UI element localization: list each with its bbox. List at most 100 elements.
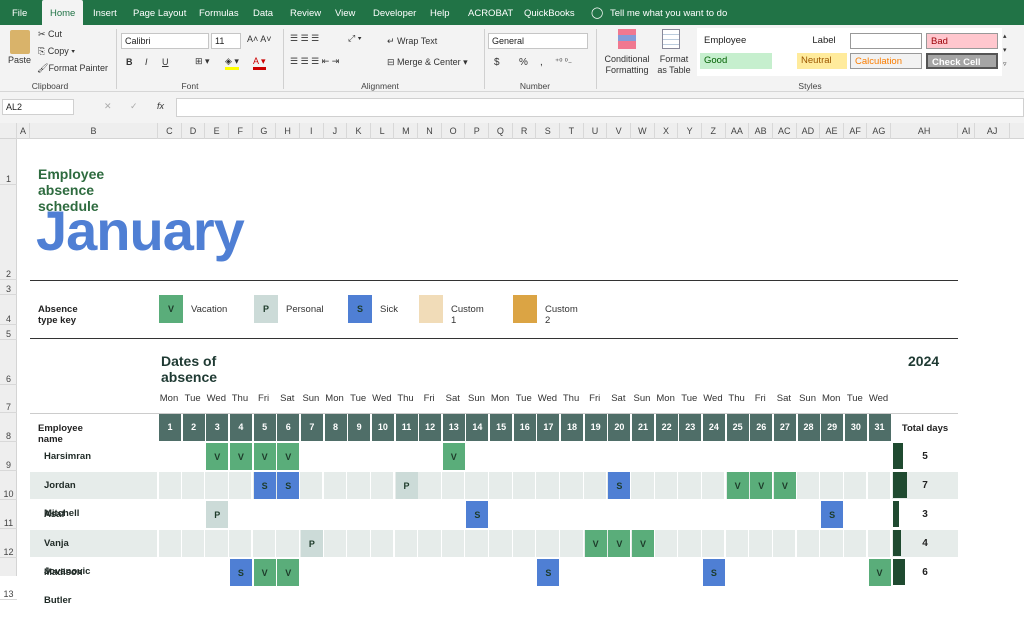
bold-button[interactable]: B [126,57,133,67]
column-header-AF[interactable]: AF [844,123,868,139]
absence-cell[interactable]: S [608,472,631,499]
cancel-icon[interactable]: ✕ [104,101,112,112]
tab-home[interactable]: Home [42,0,84,25]
tab-data[interactable]: Data [253,0,273,25]
cell-style-check-cell[interactable]: Check Cell [926,53,998,69]
font-color-icon[interactable]: A ▾ [253,56,266,70]
tab-formulas[interactable]: Formulas [199,0,239,25]
absence-cell[interactable]: V [773,472,796,499]
column-header-Y[interactable]: Y [678,123,702,139]
font-name-select[interactable]: Calibri [121,33,209,49]
column-header-X[interactable]: X [655,123,679,139]
fill-color-icon[interactable]: ◈ ▾ [225,56,239,70]
row-header-5[interactable]: 5 [0,325,17,340]
cell-style-label[interactable]: Label [797,33,847,49]
grow-font-button[interactable]: A˄ A˅ [247,34,272,44]
absence-cell[interactable]: S [277,472,300,499]
absence-cell[interactable]: V [229,443,252,470]
row-header-1[interactable]: 1 [0,139,17,185]
column-header-AJ[interactable]: AJ [975,123,1011,139]
column-header-AI[interactable]: AI [958,123,976,139]
row-header-4[interactable]: 4 [0,295,17,325]
absence-cell[interactable]: V [632,530,654,557]
row-header-10[interactable]: 10 [0,471,17,500]
absence-cell[interactable]: V [750,472,773,499]
copy-button[interactable]: ⎘ Copy ▾ [38,46,75,57]
absence-cell[interactable]: S [466,501,489,528]
column-header-R[interactable]: R [513,123,537,139]
borders-icon[interactable]: ⊞ ▾ [195,56,210,67]
column-header-AB[interactable]: AB [749,123,773,139]
tab-insert[interactable]: Insert [93,0,117,25]
formula-input[interactable] [176,98,1024,117]
absence-cell[interactable]: S [821,501,844,528]
column-header-G[interactable]: G [253,123,277,139]
cell-style-bad[interactable]: Bad [926,33,998,49]
column-header-Z[interactable]: Z [702,123,726,139]
row-header-9[interactable]: 9 [0,442,17,471]
column-header-J[interactable]: J [324,123,348,139]
insert-function-button[interactable]: fx [157,101,164,111]
align-top-icon[interactable]: ☰ ☰ ☰ [290,33,319,44]
row-header-7[interactable]: 7 [0,385,17,413]
row-header-8[interactable]: 8 [0,413,17,442]
column-header-I[interactable]: I [300,123,324,139]
absence-cell[interactable]: V [584,530,607,557]
tab-quickbooks[interactable]: QuickBooks [524,0,575,25]
absence-cell[interactable]: V [726,472,749,499]
wrap-text-button[interactable]: ↵ Wrap Text [387,36,437,47]
column-header-B[interactable]: B [30,123,158,139]
cell-style-employee[interactable]: Employee [700,33,772,49]
absence-cell[interactable]: S [229,559,252,586]
row-header-11[interactable]: 11 [0,500,17,529]
styles-scroll[interactable]: ▴ ▾ ▿ [1003,30,1007,72]
column-header-H[interactable]: H [276,123,300,139]
absence-cell[interactable]: S [702,559,725,586]
tab-acrobat[interactable]: ACROBAT [468,0,513,25]
cell-style-normal[interactable] [850,33,922,49]
underline-button[interactable]: U [162,57,169,67]
select-all-corner[interactable] [0,123,17,139]
decimal-buttons[interactable]: ⁺⁰ ⁰₋ [555,57,572,66]
percent-button[interactable]: % [519,57,528,68]
currency-button[interactable]: $ [494,57,500,68]
column-header-W[interactable]: W [631,123,655,139]
orientation-icon[interactable]: ⤢ ▾ [348,33,361,44]
absence-cell[interactable]: V [253,443,276,470]
italic-button[interactable]: I [145,57,148,67]
merge-center-button[interactable]: ⊟ Merge & Center ▾ [387,57,468,68]
cut-button[interactable]: ✂ Cut [38,29,62,40]
cell-style-neutral[interactable]: Neutral [797,53,847,69]
row-header-6[interactable]: 6 [0,340,17,385]
column-header-Q[interactable]: Q [489,123,513,139]
column-header-V[interactable]: V [607,123,631,139]
column-header-N[interactable]: N [418,123,442,139]
number-format-select[interactable]: General [488,33,588,49]
tab-file[interactable]: File [12,0,27,25]
absence-cell[interactable]: V [206,443,229,470]
align-left-icon[interactable]: ☰ ☰ ☰ ⇤ ⇥ [290,56,339,67]
column-header-K[interactable]: K [347,123,371,139]
column-header-A[interactable]: A [17,123,30,139]
column-header-M[interactable]: M [395,123,419,139]
format-painter-button[interactable]: 🖌Format Painter [37,63,108,74]
column-header-AC[interactable]: AC [773,123,797,139]
column-header-AH[interactable]: AH [891,123,959,139]
absence-cell[interactable]: S [253,472,276,499]
column-header-E[interactable]: E [205,123,229,139]
tab-page-layout[interactable]: Page Layout [133,0,186,25]
conditional-formatting-button[interactable]: Conditional Formatting [602,54,652,76]
format-as-table-button[interactable]: Format as Table [654,54,694,76]
column-header-AD[interactable]: AD [797,123,821,139]
absence-cell[interactable]: P [300,530,323,557]
column-header-F[interactable]: F [229,123,253,139]
column-header-S[interactable]: S [536,123,561,139]
tab-help[interactable]: Help [430,0,450,25]
cell-style-calculation[interactable]: Calculation [850,53,922,69]
column-header-C[interactable]: C [158,123,182,139]
absence-cell[interactable]: V [277,559,300,586]
absence-cell[interactable]: V [608,530,631,557]
cell-style-good[interactable]: Good [700,53,772,69]
tab-view[interactable]: View [335,0,355,25]
column-header-U[interactable]: U [584,123,608,139]
